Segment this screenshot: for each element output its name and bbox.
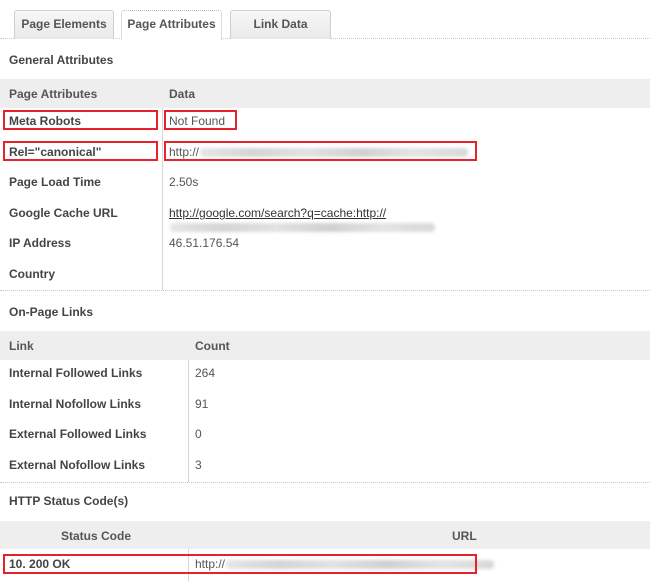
header-status-code: Status Code bbox=[61, 529, 132, 543]
highlight-box bbox=[164, 110, 237, 130]
highlight-box bbox=[3, 141, 158, 161]
row-label-ip-address: IP Address bbox=[9, 236, 72, 250]
table-row: Country bbox=[0, 259, 650, 289]
header-url: URL bbox=[452, 529, 477, 543]
row-label-country: Country bbox=[9, 267, 55, 281]
table-row: Internal Followed Links 264 bbox=[0, 358, 650, 388]
http-status-title: HTTP Status Code(s) bbox=[9, 494, 129, 508]
section-divider bbox=[0, 290, 650, 291]
tab-page-attributes[interactable]: Page Attributes bbox=[121, 10, 222, 40]
row-value-ip-address: 46.51.176.54 bbox=[169, 236, 240, 250]
tab-bar: Page Elements Page Attributes Link Data bbox=[0, 0, 650, 40]
header-count: Count bbox=[195, 339, 230, 353]
google-cache-link[interactable]: http://google.com/search?q=cache:http:// bbox=[169, 206, 386, 220]
header-link: Link bbox=[9, 339, 34, 353]
row-label-google-cache-url: Google Cache URL bbox=[9, 206, 118, 220]
row-value-internal-followed: 264 bbox=[195, 366, 216, 380]
table-row: Page Load Time 2.50s bbox=[0, 167, 650, 197]
status-table-header: Status Code URL bbox=[0, 521, 650, 549]
tab-link-data[interactable]: Link Data bbox=[230, 10, 331, 39]
highlight-box bbox=[164, 141, 477, 161]
general-attributes-title: General Attributes bbox=[9, 53, 114, 67]
on-page-links-title: On-Page Links bbox=[9, 305, 94, 319]
row-label-external-followed: External Followed Links bbox=[9, 427, 147, 441]
row-label-external-nofollow: External Nofollow Links bbox=[9, 458, 146, 472]
table-row: External Followed Links 0 bbox=[0, 419, 650, 449]
table-row: IP Address 46.51.176.54 bbox=[0, 228, 650, 258]
tab-page-elements[interactable]: Page Elements bbox=[14, 10, 114, 39]
row-value-external-nofollow: 3 bbox=[195, 458, 202, 472]
highlight-box bbox=[3, 554, 477, 574]
table-row: Google Cache URL http://google.com/searc… bbox=[0, 198, 650, 233]
header-data: Data bbox=[169, 87, 196, 101]
row-label-page-load-time: Page Load Time bbox=[9, 175, 101, 189]
table-row: External Nofollow Links 3 bbox=[0, 450, 650, 480]
row-label-internal-followed: Internal Followed Links bbox=[9, 366, 143, 380]
section-divider bbox=[0, 482, 650, 483]
row-value-external-followed: 0 bbox=[195, 427, 202, 441]
header-page-attributes: Page Attributes bbox=[9, 87, 98, 101]
row-value-internal-nofollow: 91 bbox=[195, 397, 209, 411]
table-row: Internal Nofollow Links 91 bbox=[0, 389, 650, 419]
highlight-box bbox=[3, 110, 158, 130]
row-label-internal-nofollow: Internal Nofollow Links bbox=[9, 397, 142, 411]
general-table-header: Page Attributes Data bbox=[0, 79, 650, 108]
links-table-header: Link Count bbox=[0, 331, 650, 360]
row-value-page-load-time: 2.50s bbox=[169, 175, 199, 189]
